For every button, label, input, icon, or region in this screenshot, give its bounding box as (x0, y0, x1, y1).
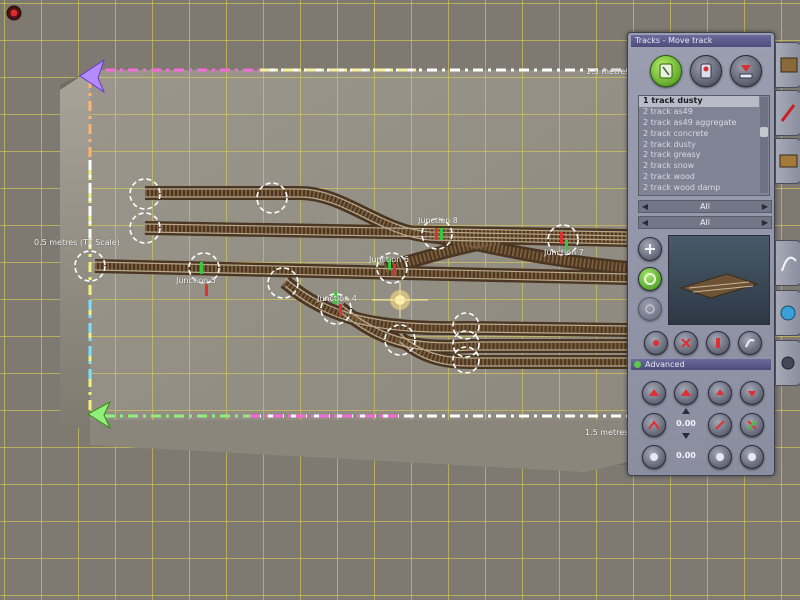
rotate-icon (644, 273, 656, 285)
train-car-icon (779, 154, 798, 168)
zoom-in-button[interactable] (638, 237, 662, 261)
track-type-list[interactable]: 1 track dusty 2 track as49 2 track as49 … (638, 95, 770, 196)
track-preview-icon (679, 273, 759, 299)
side-tab-settings[interactable] (775, 340, 800, 386)
filter-next-icon[interactable]: ▶ (760, 217, 770, 228)
junction-label-4: Junction 4 (317, 294, 357, 303)
track-alt-icon (700, 63, 712, 79)
value-1[interactable]: 0.00 (674, 419, 698, 428)
advanced-label: Advanced (645, 360, 685, 369)
height-tool-button[interactable] (730, 55, 762, 87)
track-list-item[interactable]: 2 track snow (639, 161, 759, 172)
scrollbar-thumb[interactable] (760, 127, 768, 137)
value-1-up-icon[interactable] (682, 408, 690, 414)
adv-button-5[interactable] (642, 413, 666, 437)
bank-alt-icon (716, 453, 724, 461)
filter-value: All (700, 202, 710, 211)
junction-label-8: Junction 8 (418, 216, 458, 225)
adv-button-8[interactable] (642, 445, 666, 469)
track-list-item[interactable]: 1 track dusty (639, 96, 759, 107)
value-2[interactable]: 0.00 (674, 451, 698, 460)
track-list-item[interactable]: 2 track as49 aggregate (639, 118, 759, 129)
up-arrow-icon (716, 389, 724, 395)
advanced-indicator-icon (634, 361, 641, 368)
filter-select-2[interactable]: ◀ All ▶ (638, 216, 772, 229)
tracks-panel: Tracks - Move track 1 track dusty 2 trac… (627, 32, 775, 476)
advanced-section-header[interactable]: Advanced (631, 359, 771, 370)
value-1-down-icon[interactable] (682, 433, 690, 439)
track-list-item[interactable]: 2 track dusty (639, 140, 759, 151)
rotate-preview-button[interactable] (638, 267, 662, 291)
height-marker-icon (739, 65, 753, 79)
dimension-label-top: 1.5 metres (586, 67, 630, 76)
settings-icon (781, 356, 795, 370)
side-tab-world[interactable] (775, 290, 800, 336)
bank-icon (650, 453, 658, 461)
adv-button-2[interactable] (674, 381, 698, 405)
globe-icon (780, 305, 796, 321)
filter-value: All (700, 218, 710, 227)
cross-icon (681, 338, 691, 348)
track-list-item[interactable]: 2 track greasy (639, 150, 759, 161)
record-indicator-icon[interactable] (6, 5, 22, 21)
action-button-1[interactable] (644, 331, 668, 355)
track-piece-icon (780, 57, 798, 73)
raise-icon (649, 389, 659, 396)
track-list-item[interactable]: 2 track as49 (639, 107, 759, 118)
twist-icon (715, 420, 725, 430)
track-lay-tool-button[interactable] (650, 55, 682, 87)
junction-label-6: Junction 6 (369, 255, 409, 264)
paint-brush-icon (780, 104, 796, 122)
junction-label-5: Junction 5 (176, 276, 216, 285)
panel-title: Tracks - Move track (631, 35, 771, 47)
dimension-label-bottom: 1.5 metres (585, 428, 629, 437)
marker-icon (653, 340, 659, 346)
filter-next-icon[interactable]: ▶ (760, 201, 770, 212)
track-lay-icon (659, 63, 673, 79)
side-tab-track[interactable] (775, 42, 800, 88)
action-button-2[interactable] (674, 331, 698, 355)
plus-icon (645, 244, 655, 254)
track-list-item[interactable]: 2 track concrete (639, 129, 759, 140)
adv-button-3[interactable] (708, 381, 732, 405)
action-button-3[interactable] (706, 331, 730, 355)
action-button-4[interactable] (738, 331, 762, 355)
spline-icon (781, 256, 797, 272)
side-tab-trains[interactable] (775, 138, 800, 184)
adv-button-10[interactable] (740, 445, 764, 469)
dimension-label-left: 0.5 metres (TT Scale) (34, 238, 120, 247)
slope-icon (648, 420, 660, 430)
adv-button-1[interactable] (642, 381, 666, 405)
track-list-scrollbar[interactable] (760, 97, 768, 193)
curve-icon (745, 338, 755, 348)
adv-button-9[interactable] (708, 445, 732, 469)
track-list-item[interactable]: 2 track wood (639, 172, 759, 183)
track-list-item[interactable]: 2 track wood damp (639, 183, 759, 194)
track-preview (668, 235, 770, 325)
junction-label-7: Junction 7 (544, 248, 584, 257)
option-icon (645, 304, 655, 314)
option-button[interactable] (638, 297, 662, 321)
adv-button-7[interactable] (740, 413, 764, 437)
filter-prev-icon[interactable]: ◀ (640, 217, 650, 228)
raise-alt-icon (681, 389, 691, 396)
down-arrow-icon (748, 391, 756, 397)
side-tab-spline[interactable] (775, 240, 800, 286)
reset-bank-icon (748, 453, 756, 461)
adv-button-4[interactable] (740, 381, 764, 405)
filter-prev-icon[interactable]: ◀ (640, 201, 650, 212)
adv-button-6[interactable] (708, 413, 732, 437)
split-icon (716, 338, 720, 348)
track-alt-tool-button[interactable] (690, 55, 722, 87)
cancel-slope-icon (747, 420, 757, 430)
side-tab-paint[interactable] (775, 90, 800, 136)
filter-select-1[interactable]: ◀ All ▶ (638, 200, 772, 213)
